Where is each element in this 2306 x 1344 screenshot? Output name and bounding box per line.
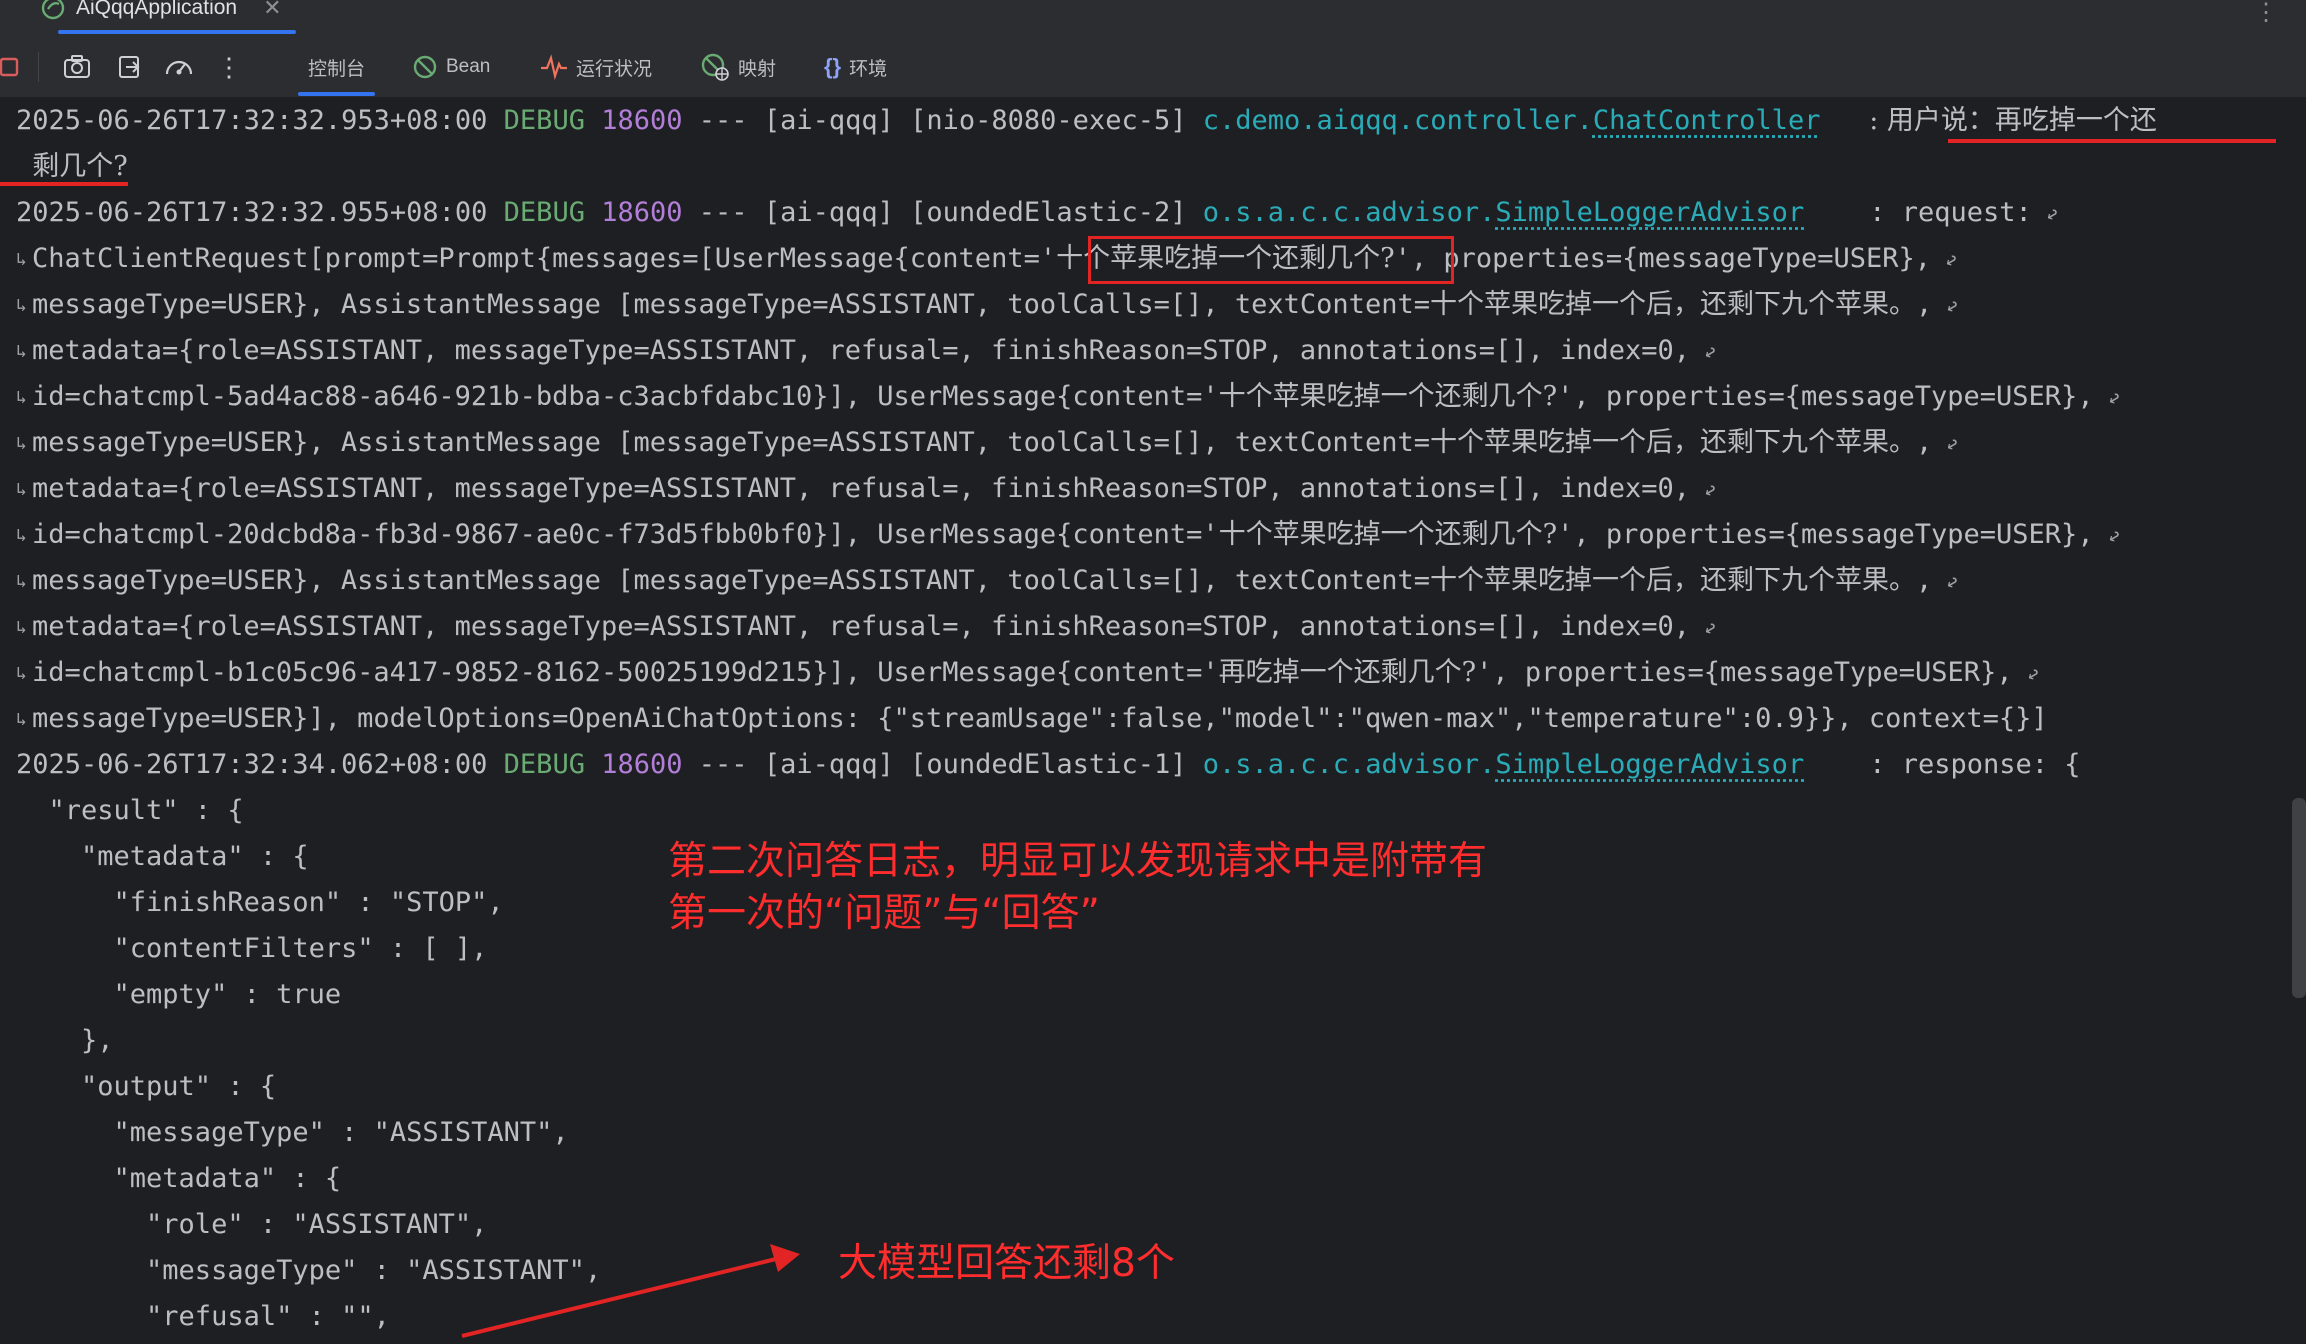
soft-wrap-icon: ↩ (1941, 430, 1964, 458)
tab-health-label: 运行状况 (576, 58, 653, 80)
tab-environment-label: 环境 (849, 58, 888, 80)
speedometer-icon[interactable] (162, 50, 196, 84)
log-line: ↳ id=chatcmpl-b1c05c96-a417-9852-8162-500… (16, 650, 2044, 696)
tab-environment[interactable]: {} 环境 (824, 36, 887, 98)
tab-bean[interactable]: Bean (412, 36, 490, 98)
more-options-icon[interactable]: ⋮ (2254, 0, 2278, 27)
wrap-continuation-icon: ↳ (16, 386, 27, 408)
tab-mappings[interactable]: 映射 (700, 36, 776, 98)
soft-wrap-icon: ↩ (2102, 384, 2125, 412)
run-tab-title: AiQqqApplication (76, 0, 238, 19)
run-tab-indicator (58, 30, 296, 34)
soft-wrap-icon: ↩ (2102, 522, 2125, 550)
log-line: ↳ messageType=USER}, AssistantMessage [me… (16, 282, 1963, 328)
annotation-note-answer: 大模型回答还剩8个 (838, 1241, 1175, 1286)
json-line: "finishReason" : "STOP", (16, 887, 504, 918)
close-icon[interactable]: ✕ (263, 0, 281, 21)
bean-icon (413, 55, 437, 79)
environment-icon: {} (824, 54, 842, 79)
wrap-continuation-icon: ↳ (16, 432, 27, 454)
log-line: ↳ id=chatcmpl-5ad4ac88-a646-921b-bdba-c3a… (16, 374, 2125, 420)
stop-icon[interactable] (0, 50, 26, 84)
wrap-continuation-icon: ↳ (16, 662, 27, 684)
tab-mappings-label: 映射 (738, 58, 777, 80)
active-tab-indicator (298, 92, 376, 96)
soft-wrap-icon: ↩ (1941, 568, 1964, 596)
wrap-continuation-icon: ↳ (16, 248, 27, 270)
json-line: "metadata" : { (16, 841, 309, 872)
json-line: "output" : { (16, 1071, 277, 1102)
soft-wrap-icon: ↩ (2040, 200, 2064, 228)
wrap-continuation-icon: ↳ (16, 708, 27, 730)
logger-class-link[interactable]: ChatController (1593, 105, 1821, 136)
log-line: 2025-06-26T17:32:34.062+08:00 DEBUG 1860… (16, 749, 2081, 780)
log-line: ↳ ChatClientRequest[prompt=Prompt{message… (16, 236, 1962, 282)
tab-bean-label: Bean (446, 56, 491, 77)
json-line: "empty" : true (16, 979, 342, 1010)
toolbar-separator (38, 52, 39, 82)
run-toolbar: ⋮ 控制台 Bean 运行状况 映射 {} 环境 (0, 36, 2306, 98)
tab-console-label: 控制台 (308, 58, 366, 80)
wrap-continuation-icon: ↳ (16, 340, 27, 362)
json-line: "contentFilters" : [ ], (16, 933, 488, 964)
health-icon (541, 54, 567, 80)
wrap-continuation-icon: ↳ (16, 570, 27, 592)
log-line: 2025-06-26T17:32:32.953+08:00 DEBUG 1860… (16, 105, 2157, 136)
log-line: ↳ messageType=USER}, AssistantMessage [me… (16, 558, 1963, 604)
json-line: }, (16, 1025, 114, 1056)
wrap-continuation-icon: ↳ (16, 294, 27, 316)
mappings-icon (701, 53, 729, 81)
json-line: "metadata" : { (16, 1163, 342, 1194)
tab-health[interactable]: 运行状况 (540, 36, 652, 98)
json-line: "result" : { (16, 795, 244, 826)
spring-boot-icon (41, 0, 65, 20)
wrap-continuation-icon: ↳ (16, 524, 27, 546)
soft-wrap-icon: ↩ (1698, 338, 1722, 366)
log-line: 剩几个? (32, 151, 128, 182)
exit-icon[interactable] (112, 50, 146, 84)
soft-wrap-icon: ↩ (1698, 476, 1722, 504)
annotation-note-line1: 第二次问答日志，明显可以发现请求中是附带有 (668, 839, 1488, 884)
json-line: "role" : "ASSISTANT", (16, 1209, 488, 1240)
highlight-box-first-question (1088, 236, 1454, 284)
wrap-continuation-icon: ↳ (16, 616, 27, 638)
log-line: 2025-06-26T17:32:32.955+08:00 DEBUG 1860… (16, 190, 2063, 236)
log-line: ↳ metadata={role=ASSISTANT, messageType=A… (16, 328, 1721, 374)
log-line: ↳ messageType=USER}], modelOptions=OpenAi… (16, 696, 2048, 742)
json-line: "messageType" : "ASSISTANT", (16, 1117, 569, 1148)
log-line: ↳ messageType=USER}, AssistantMessage [me… (16, 420, 1963, 466)
log-line: ↳ metadata={role=ASSISTANT, messageType=A… (16, 604, 1721, 650)
console-output[interactable]: 2025-06-26T17:32:32.953+08:00 DEBUG 1860… (0, 98, 2306, 1344)
console-scrollbar[interactable] (2292, 798, 2306, 998)
soft-wrap-icon: ↩ (1941, 292, 1964, 320)
json-line: "messageType" : "ASSISTANT", (16, 1255, 602, 1286)
soft-wrap-icon: ↩ (2021, 660, 2044, 688)
soft-wrap-icon: ↩ (1939, 246, 1963, 274)
json-line: "refusal" : "", (16, 1301, 390, 1332)
logger-class-link[interactable]: SimpleLoggerAdvisor (1495, 749, 1804, 780)
more-icon[interactable]: ⋮ (212, 50, 246, 84)
soft-wrap-icon: ↩ (1698, 614, 1722, 642)
wrap-continuation-icon: ↳ (16, 478, 27, 500)
annotation-note-line2: 第一次的“问题”与“回答” (668, 891, 1100, 936)
log-line: ↳ id=chatcmpl-20dcbd8a-fb3d-9867-ae0c-f73… (16, 512, 2125, 558)
log-line: ↳ metadata={role=ASSISTANT, messageType=A… (16, 466, 1721, 512)
tab-console[interactable]: 控制台 (298, 36, 376, 98)
run-tab-strip: AiQqqApplication ✕ ⋮ (0, 0, 2306, 36)
logger-class-link[interactable]: SimpleLoggerAdvisor (1495, 197, 1804, 228)
camera-icon[interactable] (60, 50, 94, 84)
